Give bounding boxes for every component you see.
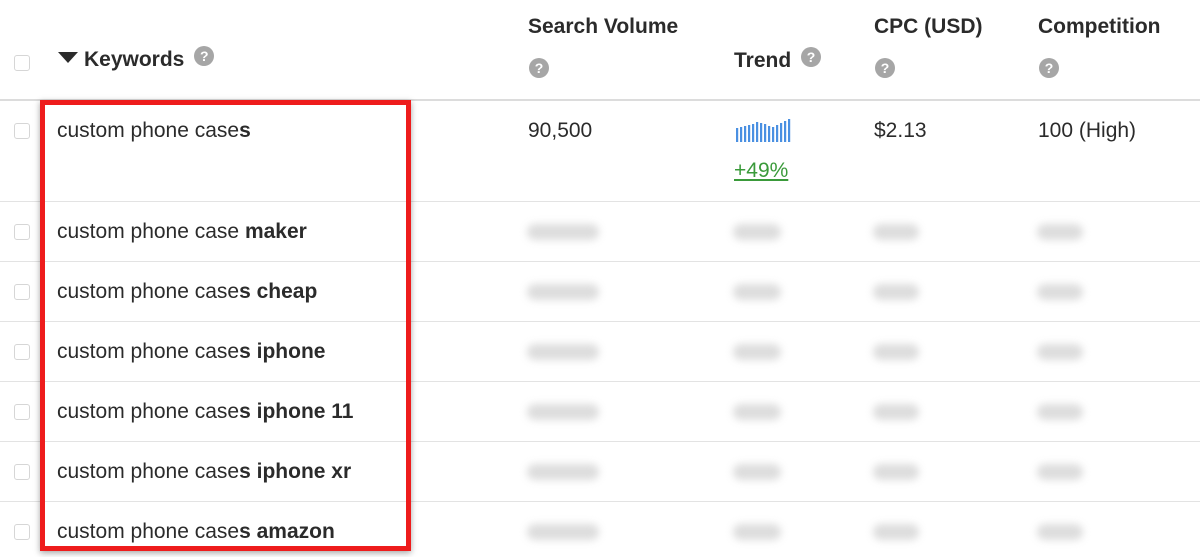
competition-help-icon[interactable]: ? [1039,58,1059,78]
trend-sparkline [736,119,791,142]
blurred-value [733,404,781,420]
blurred-value [733,284,781,300]
row-checkbox[interactable] [14,123,30,139]
blurred-value [873,524,919,540]
row-checkbox[interactable] [14,344,30,360]
keyword-highlight-box [40,100,411,551]
search-volume-column-header[interactable]: Search Volume [528,15,678,39]
blurred-value [873,284,919,300]
row-checkbox[interactable] [14,404,30,420]
blurred-value [1037,524,1083,540]
blurred-value [733,464,781,480]
blurred-value [1037,404,1083,420]
sort-desc-icon[interactable] [58,51,78,63]
blurred-value [1037,284,1083,300]
blurred-value [527,344,599,360]
select-all-checkbox[interactable] [14,55,30,71]
cpc-value: $2.13 [874,119,927,142]
blurred-value [527,284,599,300]
blurred-value [527,224,599,240]
keywords-header-label: Keywords [84,48,185,71]
competition-column-header[interactable]: Competition [1038,15,1160,39]
row-checkbox[interactable] [14,284,30,300]
blurred-value [1037,344,1083,360]
row-checkbox[interactable] [14,524,30,540]
trend-help-icon[interactable]: ? [801,47,822,68]
blurred-value [733,344,781,360]
cpc-column-header[interactable]: CPC (USD) [874,15,983,39]
blurred-value [733,524,781,540]
row-checkbox[interactable] [14,464,30,480]
blurred-value [873,344,919,360]
keywords-help-icon[interactable]: ? [194,46,215,67]
blurred-value [527,404,599,420]
trend-percent-link[interactable]: +49% [734,159,788,183]
blurred-value [873,224,919,240]
blurred-value [733,224,781,240]
cpc-header-label: CPC (USD) [874,15,983,38]
blurred-value [527,464,599,480]
competition-header-label: Competition [1038,15,1161,38]
blurred-value [1037,464,1083,480]
row-checkbox[interactable] [14,224,30,240]
search-volume-value: 90,500 [528,119,593,142]
blurred-value [873,404,919,420]
search-volume-help-icon[interactable]: ? [529,58,549,78]
search-volume-header-label: Search Volume [528,15,679,38]
trend-column-header[interactable]: Trend ? [734,47,822,73]
blurred-value [527,524,599,540]
cpc-help-icon[interactable]: ? [875,58,895,78]
blurred-value [873,464,919,480]
keywords-column-header[interactable]: Keywords ? [58,46,215,72]
competition-value: 100 (High) [1038,119,1137,142]
blurred-value [1037,224,1083,240]
trend-header-label: Trend [734,49,792,72]
